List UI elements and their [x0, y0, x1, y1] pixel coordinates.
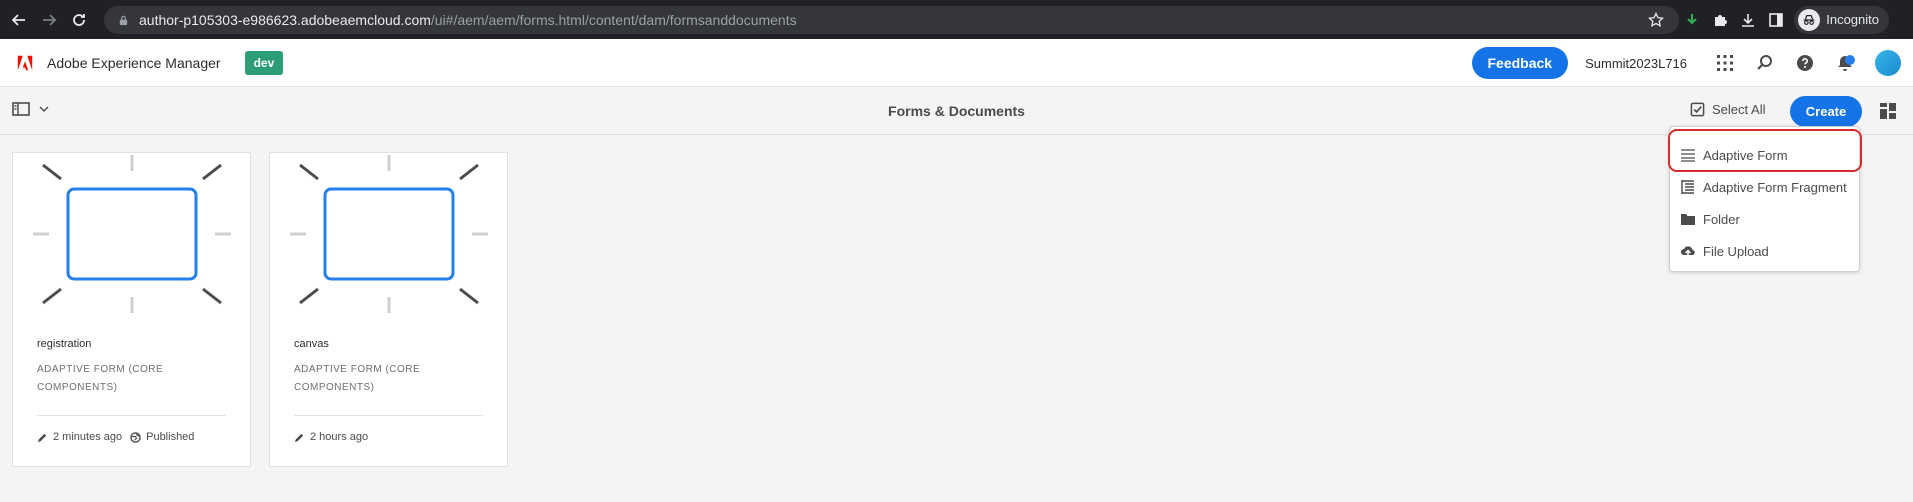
notifications-button[interactable]	[1825, 43, 1865, 83]
asset-card-registration[interactable]: registration ADAPTIVE FORM (CORE COMPONE…	[12, 152, 251, 467]
back-button[interactable]	[8, 9, 30, 31]
card-divider	[294, 415, 483, 416]
forward-button[interactable]	[38, 9, 60, 31]
reload-button[interactable]	[68, 9, 90, 31]
menu-item-label: Adaptive Form Fragment	[1703, 179, 1847, 195]
side-panel-button[interactable]	[1762, 6, 1790, 34]
checkbox-icon	[1690, 102, 1705, 117]
extensions-button[interactable]	[1706, 6, 1734, 34]
adobe-logo-icon[interactable]	[13, 51, 37, 75]
menu-item-adaptive-form-fragment[interactable]: Adaptive Form Fragment	[1680, 175, 1847, 199]
incognito-icon	[1798, 8, 1821, 31]
url-path: /ui#/aem/aem/forms.html/content/dam/form…	[430, 12, 797, 28]
highlight-annotation	[1668, 129, 1862, 172]
card-type: ADAPTIVE FORM (CORE COMPONENTS)	[37, 364, 164, 393]
select-all-label: Select All	[1712, 102, 1766, 117]
avatar[interactable]	[1875, 50, 1901, 76]
folder-icon	[1681, 214, 1695, 225]
star-icon	[1648, 11, 1665, 27]
notification-dot	[1845, 55, 1855, 65]
globe-published-icon	[130, 431, 141, 443]
user-name[interactable]: Summit2023L716	[1585, 56, 1687, 71]
cloud-upload-icon	[1681, 246, 1695, 258]
incognito-profile-button[interactable]: Incognito	[1794, 5, 1889, 34]
url-host: author-p105303-e986623.adobeaemcloud.com	[139, 12, 431, 28]
download-icon	[1742, 13, 1755, 27]
card-status: Published	[146, 431, 195, 443]
page-title: Forms & Documents	[888, 103, 1025, 119]
address-bar[interactable]: author-p105303-e986623.adobeaemcloud.com…	[104, 6, 1679, 34]
env-badge: dev	[244, 50, 284, 75]
lock-icon	[119, 15, 128, 25]
card-modified: 2 hours ago	[310, 431, 369, 443]
arrow-left-icon	[11, 13, 25, 26]
card-type: ADAPTIVE FORM (CORE COMPONENTS)	[294, 364, 421, 393]
aem-header: Adobe Experience Manager dev Feedback Su…	[0, 39, 1913, 87]
menu-item-file-upload[interactable]: File Upload	[1680, 239, 1769, 263]
pencil-icon	[294, 433, 304, 442]
pencil-icon	[37, 433, 47, 442]
create-button[interactable]: Create	[1790, 96, 1862, 127]
card-title[interactable]: canvas	[294, 338, 329, 350]
browser-toolbar: author-p105303-e986623.adobeaemcloud.com…	[0, 0, 1913, 39]
app-name[interactable]: Adobe Experience Manager	[47, 55, 221, 71]
card-meta: 2 hours ago	[294, 431, 368, 443]
adaptive-form-thumbnail-icon	[33, 155, 231, 313]
menu-item-label: Folder	[1703, 211, 1740, 227]
card-view-icon	[1880, 103, 1896, 119]
download-arrow-green-icon	[1687, 13, 1698, 25]
card-meta: 2 minutes ago Published	[37, 431, 194, 443]
adaptive-form-thumbnail-icon	[290, 155, 488, 313]
side-panel-icon	[1769, 12, 1784, 27]
card-divider	[37, 415, 226, 416]
action-bar: Forms & Documents Select All Create	[0, 88, 1913, 135]
asset-card-canvas[interactable]: canvas ADAPTIVE FORM (CORE COMPONENTS) 2…	[269, 152, 508, 467]
extension-download-button[interactable]	[1678, 6, 1706, 34]
menu-item-label: File Upload	[1703, 243, 1769, 259]
puzzle-icon	[1715, 14, 1728, 26]
fragment-icon	[1681, 180, 1694, 194]
menu-item-folder[interactable]: Folder	[1680, 207, 1740, 231]
help-button[interactable]	[1785, 43, 1825, 83]
reload-icon	[73, 13, 85, 26]
search-button[interactable]	[1745, 43, 1785, 83]
incognito-label: Incognito	[1826, 12, 1879, 27]
card-title[interactable]: registration	[37, 338, 91, 350]
search-icon	[1757, 55, 1772, 70]
arrow-right-icon	[43, 13, 57, 26]
card-modified: 2 minutes ago	[53, 431, 123, 443]
apps-grid-icon	[1717, 55, 1733, 71]
downloads-button[interactable]	[1734, 6, 1762, 34]
help-icon	[1797, 55, 1813, 71]
view-switcher-button[interactable]	[1879, 102, 1897, 125]
feedback-button[interactable]: Feedback	[1471, 47, 1569, 79]
bookmark-star-button[interactable]	[1642, 6, 1670, 34]
select-all-button[interactable]: Select All	[1690, 102, 1765, 117]
solutions-button[interactable]	[1705, 43, 1745, 83]
